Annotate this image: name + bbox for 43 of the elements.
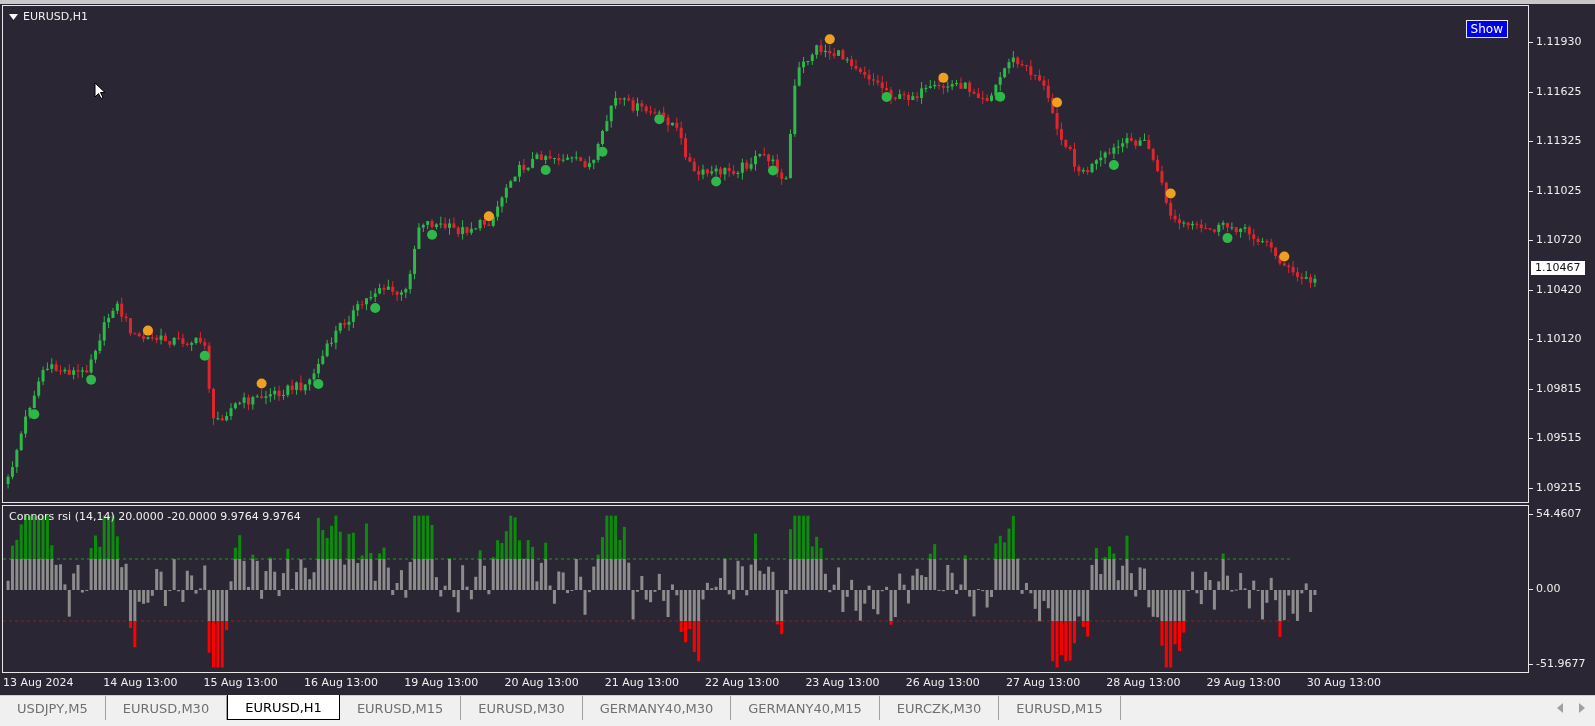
chart-tab[interactable]: EURUSD,M15	[339, 696, 462, 720]
time-label: 30 Aug 13:00	[1305, 675, 1383, 691]
scroll-right-icon[interactable]	[1579, 703, 1585, 713]
time-label: 28 Aug 13:00	[1105, 675, 1182, 691]
scroll-left-icon[interactable]	[1557, 703, 1563, 713]
chart-tab[interactable]: EURCZK,M30	[879, 696, 1000, 720]
chart-tab[interactable]: GERMANY40,M15	[731, 696, 880, 720]
time-label: 27 Aug 13:00	[1004, 675, 1082, 691]
time-label: 19 Aug 13:00	[403, 675, 480, 691]
time-label: 23 Aug 13:00	[804, 675, 881, 691]
indicator-scale-label: -51.9677	[1529, 657, 1595, 671]
price-label: 1.09215	[1529, 480, 1595, 495]
time-label: 20 Aug 13:00	[503, 675, 580, 691]
time-label: 22 Aug 13:00	[704, 675, 781, 691]
chart-tab[interactable]: EURUSD,H1	[227, 695, 340, 720]
price-label: 1.11325	[1529, 134, 1595, 149]
chart-tab[interactable]: EURUSD,M30	[461, 696, 583, 720]
price-label: 1.11025	[1529, 183, 1595, 198]
dropdown-icon[interactable]	[9, 13, 18, 20]
show-button[interactable]: Show	[1465, 20, 1508, 38]
indicator-label: Connors rsi (14,14) 20.0000 -20.0000 9.9764 9.9764	[9, 510, 301, 523]
chart-tab[interactable]: USDJPY,M5	[0, 696, 106, 720]
chart-tab[interactable]: EURUSD,M15	[999, 696, 1121, 720]
price-label: 1.11625	[1529, 84, 1595, 99]
current-price-label: 1.10467	[1531, 261, 1585, 275]
indicator-scale-label: 54.4607	[1529, 507, 1595, 521]
time-label: 16 Aug 13:00	[302, 675, 380, 691]
indicator-scale-label: 0.00	[1529, 582, 1595, 596]
price-label: 1.10420	[1529, 282, 1595, 297]
time-label: 13 Aug 2024	[2, 675, 75, 691]
price-label: 1.09515	[1529, 431, 1595, 446]
price-label: 1.09815	[1529, 381, 1595, 396]
time-label: 29 Aug 13:00	[1205, 675, 1282, 691]
chart-tab[interactable]: GERMANY40,M30	[582, 696, 732, 720]
price-label: 1.10720	[1529, 233, 1595, 248]
time-label: 21 Aug 13:00	[603, 675, 680, 691]
time-label: 26 Aug 13:00	[904, 675, 981, 691]
price-label: 1.10120	[1529, 332, 1595, 347]
chart-title: EURUSD,H1	[23, 10, 88, 23]
time-label: 14 Aug 13:00	[102, 675, 179, 691]
time-label: 15 Aug 13:00	[202, 675, 279, 691]
price-label: 1.11930	[1529, 35, 1595, 49]
cursor-icon	[94, 82, 105, 99]
